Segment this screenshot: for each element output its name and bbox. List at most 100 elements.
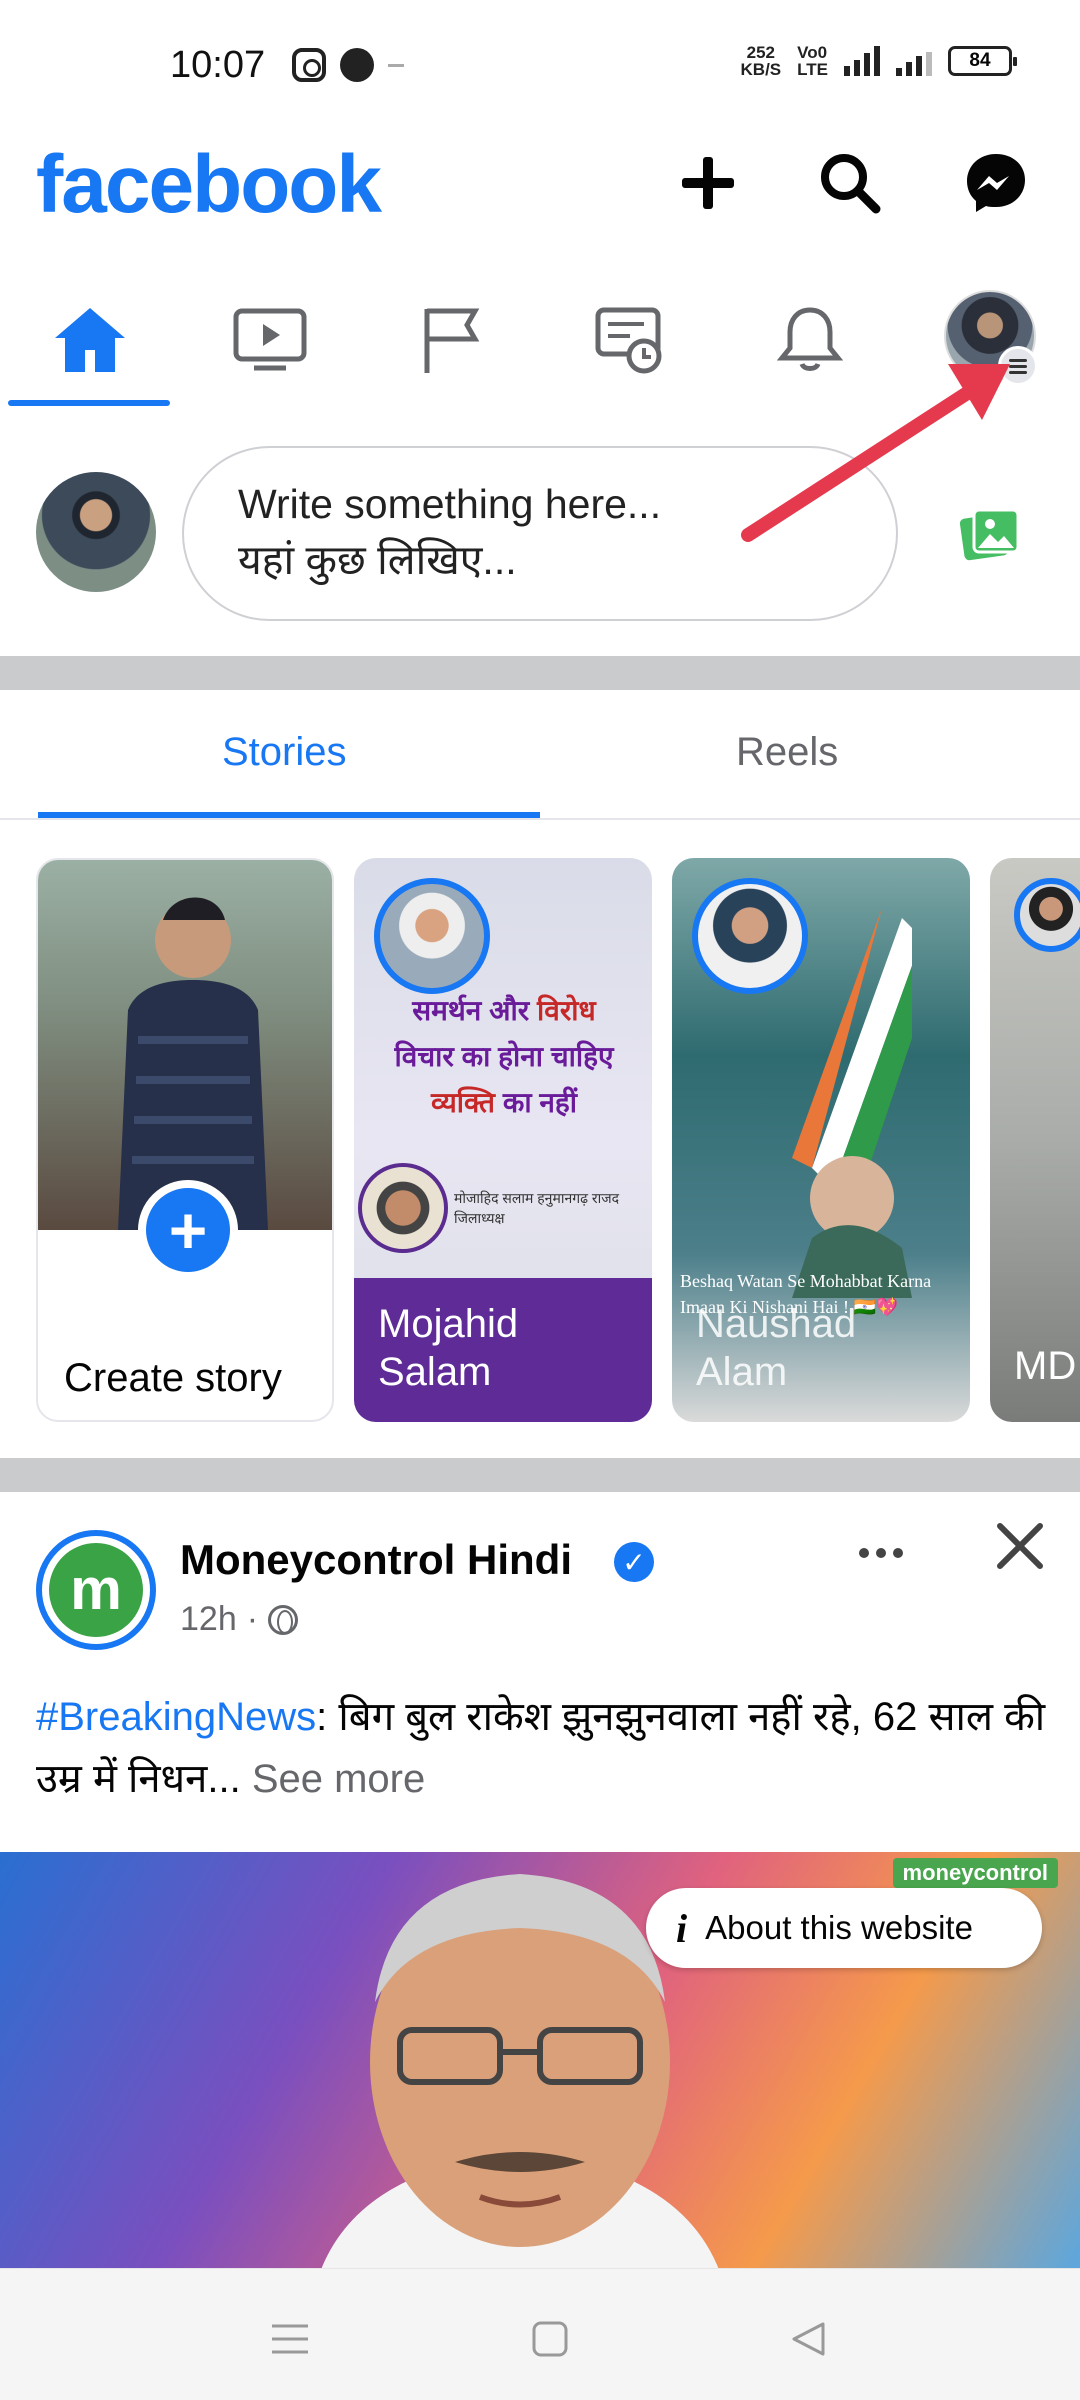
create-story-card[interactable]: + Create story — [36, 858, 334, 1422]
volte-top: Vo0 — [797, 43, 828, 62]
info-icon: i — [676, 1905, 688, 1951]
stories-reels-tabs: Stories Reels — [0, 690, 1080, 820]
status-right: 252 KB/S Vo0 LTE 84 — [741, 43, 1017, 79]
volte-bottom: LTE — [797, 60, 828, 79]
status-bar: 10:07 252 KB/S Vo0 LTE 84 — [0, 0, 1080, 135]
story-card-naushad[interactable]: Beshaq Watan Se Mohabbat Karna Imaan Ki … — [672, 858, 970, 1422]
story-inner-avatar — [358, 1163, 448, 1253]
close-icon — [997, 1523, 1043, 1569]
composer-input[interactable]: Write something here... यहां कुछ लिखिए..… — [182, 446, 898, 621]
bell-icon — [777, 307, 843, 371]
home-system-button[interactable] — [520, 2309, 580, 2369]
story-author-avatar — [374, 878, 490, 994]
speed-unit: KB/S — [740, 60, 782, 79]
post-more-button[interactable] — [846, 1528, 916, 1578]
system-navigation-bar — [0, 2268, 1080, 2400]
globe-icon — [268, 1604, 299, 1635]
stories-tab-indicator — [38, 812, 540, 818]
battery-icon: 84 — [948, 46, 1017, 76]
signal-icon — [844, 46, 880, 76]
create-button[interactable] — [670, 145, 746, 221]
section-divider — [0, 656, 1080, 690]
messenger-notification-icon — [340, 48, 374, 82]
story-poster-text: समर्थन और विरोध विचार का होना चाहिए व्यक… — [364, 988, 644, 1126]
tab-watch[interactable] — [210, 290, 330, 390]
instagram-icon — [292, 48, 326, 82]
image-brand: moneycontrol — [892, 1858, 1058, 1888]
search-icon — [821, 154, 881, 214]
poster-line2: विचार का होना चाहिए — [394, 1041, 614, 1072]
tab-notifications[interactable] — [750, 290, 870, 390]
network-speed: 252 KB/S — [741, 44, 782, 78]
active-tab-indicator — [8, 400, 170, 406]
facebook-logo: facebook — [36, 139, 382, 230]
meta-separator: · — [246, 1600, 259, 1638]
about-website-button[interactable]: i About this website — [646, 1888, 1042, 1968]
verified-badge-icon: ✓ — [614, 1542, 654, 1582]
poster-line1a: समर्थन और — [412, 995, 530, 1026]
poster-line1b: विरोध — [537, 995, 596, 1026]
flag-icon — [424, 308, 480, 373]
photo-button[interactable] — [959, 506, 1020, 562]
story-caption: मोजाहिद सलाम हनुमानगढ़ राजद जिलाध्यक्ष — [454, 1190, 620, 1226]
recents-button[interactable] — [260, 2309, 320, 2369]
post-composer: Write something here... यहां कुछ लिखिए..… — [0, 430, 1080, 655]
create-story-label: Create story — [64, 1356, 282, 1400]
tab-stories[interactable]: Stories — [222, 730, 347, 775]
hide-post-button[interactable] — [990, 1516, 1050, 1576]
post-image[interactable]: moneycontrol i About this website — [0, 1852, 1080, 2272]
page-avatar[interactable]: m — [36, 1530, 156, 1650]
person-image — [118, 897, 268, 1230]
home-icon — [55, 308, 125, 372]
story-author-avatar — [692, 878, 808, 994]
section-divider — [0, 1458, 1080, 1492]
add-story-icon[interactable]: + — [138, 1180, 238, 1280]
plus-icon — [682, 157, 734, 209]
create-story-photo — [38, 860, 332, 1230]
story-card-mojahid[interactable]: समर्थन और विरोध विचार का होना चाहिए व्यक… — [354, 858, 652, 1422]
post-text: #BreakingNews: बिग बुल राकेश झुनझुनवाला … — [36, 1686, 1046, 1810]
messenger-button[interactable] — [958, 145, 1034, 221]
composer-placeholder-en: Write something here... — [238, 481, 662, 527]
dash-icon — [388, 63, 404, 67]
tab-pages[interactable] — [392, 290, 512, 390]
memories-icon — [595, 307, 662, 374]
hamburger-menu-icon — [998, 346, 1038, 386]
about-website-label: About this website — [705, 1909, 973, 1946]
square-home-icon — [532, 2321, 568, 2357]
story-name: Naushad Alam — [696, 1302, 857, 1394]
back-triangle-icon — [792, 2322, 825, 2356]
search-button[interactable] — [812, 145, 888, 221]
tab-memories[interactable] — [570, 290, 690, 390]
moneycontrol-logo: m — [49, 1543, 143, 1637]
tab-reels[interactable]: Reels — [736, 730, 838, 775]
stories-row: + Create story समर्थन और विरोध विचार का … — [0, 858, 1080, 1428]
composer-placeholder-hi: यहां कुछ लिखिए... — [238, 537, 517, 583]
post-author[interactable]: Moneycontrol Hindi — [180, 1536, 572, 1584]
speed-value: 252 — [746, 43, 776, 62]
story-card-md[interactable]: MD — [990, 858, 1080, 1422]
signal-2-icon — [896, 46, 932, 76]
post-hashtag[interactable]: #BreakingNews — [36, 1695, 316, 1739]
back-button[interactable] — [778, 2309, 838, 2369]
see-more-link[interactable]: See more — [252, 1757, 425, 1801]
feed-post: m Moneycontrol Hindi ✓ 12h · #BreakingNe… — [0, 1492, 1080, 2272]
main-tab-bar — [0, 270, 1080, 410]
messenger-icon — [967, 154, 1025, 212]
post-time[interactable]: 12h — [180, 1600, 237, 1639]
more-dot — [859, 1548, 869, 1558]
tab-menu[interactable] — [944, 290, 1040, 386]
recents-icon — [272, 2324, 308, 2354]
tab-home[interactable] — [30, 290, 150, 390]
story-author-avatar — [1014, 878, 1080, 952]
more-dot — [893, 1548, 903, 1558]
video-icon — [233, 308, 307, 371]
poster-line3a: व्यक्ति — [430, 1087, 496, 1118]
photo-icon — [959, 508, 1020, 561]
story-name: MD — [1014, 1344, 1077, 1388]
post-meta: 12h · — [180, 1600, 299, 1639]
more-dot — [876, 1548, 886, 1558]
composer-avatar[interactable] — [36, 472, 156, 592]
story-name: Mojahid Salam — [378, 1302, 519, 1394]
poster-line3b: का नहीं — [502, 1087, 578, 1118]
